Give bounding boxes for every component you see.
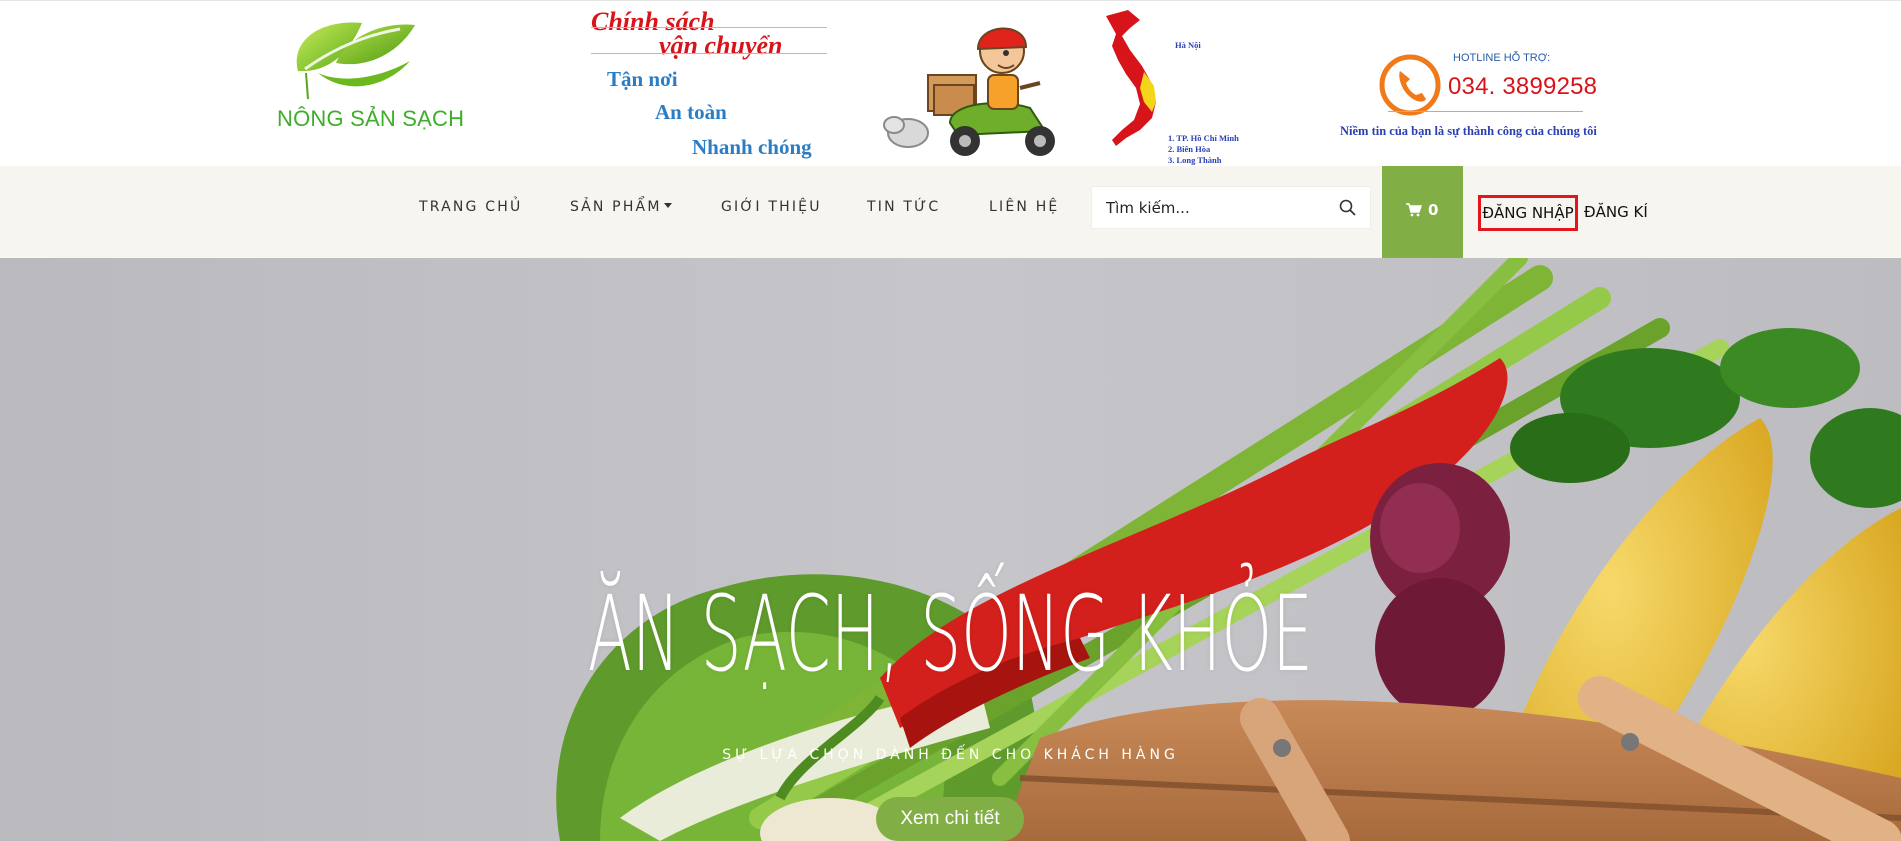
shipping-line-1: Tận nơi <box>607 67 678 91</box>
hotline-number[interactable]: 034. 3899258 <box>1448 73 1597 101</box>
leaf-logo-icon <box>296 22 415 100</box>
divider <box>591 27 827 28</box>
map-location: 1. TP. Hồ Chí Minh <box>1168 133 1239 143</box>
hotline-banner: HOTLINE HỖ TRỢ: 034. 3899258 Niềm tin củ… <box>1340 46 1630 146</box>
login-label: ĐĂNG NHẬP <box>1482 204 1574 222</box>
nav-item-about[interactable]: GIỚI THIỆU <box>721 199 822 215</box>
delivery-scooter-illustration <box>883 27 1055 156</box>
search-icon[interactable] <box>1338 198 1358 218</box>
map-location: 3. Long Thành <box>1168 155 1222 165</box>
cart-count: 0 <box>1428 201 1439 219</box>
cart-content: 0 <box>1406 201 1438 219</box>
cart-button[interactable]: 0 <box>1382 166 1463 258</box>
nav-item-label: SẢN PHẨM <box>570 199 662 215</box>
hero-section: ĂN SẠCH, SỐNG KHỎE SỰ LỰA CHỌN DÀNH ĐẾN … <box>0 258 1901 841</box>
map-label-hanoi: Hà Nội <box>1175 40 1201 50</box>
divider <box>591 53 827 54</box>
main-navbar: TRANG CHỦ SẢN PHẨM GIỚI THIỆU TIN TỨC LI… <box>0 166 1901 258</box>
hotline-slogan: Niềm tin của bạn là sự thành công của ch… <box>1340 124 1597 138</box>
register-button[interactable]: ĐĂNG KÍ <box>1584 203 1648 221</box>
logo-text: NÔNG SẢN SẠCH <box>277 106 465 131</box>
map-location-list: 1. TP. Hồ Chí Minh 2. Biên Hòa 3. Long T… <box>1168 133 1239 166</box>
site-logo[interactable]: NÔNG SẢN SẠCH <box>250 11 464 141</box>
hotline-label: HOTLINE HỖ TRỢ: <box>1453 52 1551 64</box>
login-button[interactable]: ĐĂNG NHẬP <box>1478 195 1578 231</box>
nav-item-products[interactable]: SẢN PHẨM <box>570 199 672 215</box>
hero-subtitle: SỰ LỰA CHỌN DÀNH ĐẾN CHO KHÁCH HÀNG <box>722 747 1179 763</box>
shipping-line-3: Nhanh chóng <box>692 135 812 159</box>
coverage-map: Hà Nội 1. TP. Hồ Chí Minh 2. Biên Hòa 3.… <box>1100 6 1250 166</box>
hero-title: ĂN SẠCH, SỐNG KHỎE <box>587 573 1313 695</box>
nav-item-news[interactable]: TIN TỨC <box>867 199 940 215</box>
cart-icon <box>1406 203 1422 217</box>
search-box <box>1091 186 1371 229</box>
map-location: 2. Biên Hòa <box>1168 144 1211 154</box>
caret-down-icon <box>663 202 672 208</box>
shipping-line-2: An toàn <box>655 100 727 124</box>
header-banner: NÔNG SẢN SẠCH Chính sách vận chuyển Tận … <box>0 0 1901 166</box>
search-input[interactable] <box>1092 187 1322 228</box>
shipping-policy-banner: Chính sách vận chuyển Tận nơi An toàn Nh… <box>585 7 827 165</box>
shipping-title-line2: vận chuyển <box>659 31 783 60</box>
nav-item-home[interactable]: TRANG CHỦ <box>419 199 522 215</box>
nav-item-contact[interactable]: LIÊN HỆ <box>989 199 1059 215</box>
divider <box>1388 111 1583 112</box>
view-details-button[interactable]: Xem chi tiết <box>876 797 1024 841</box>
